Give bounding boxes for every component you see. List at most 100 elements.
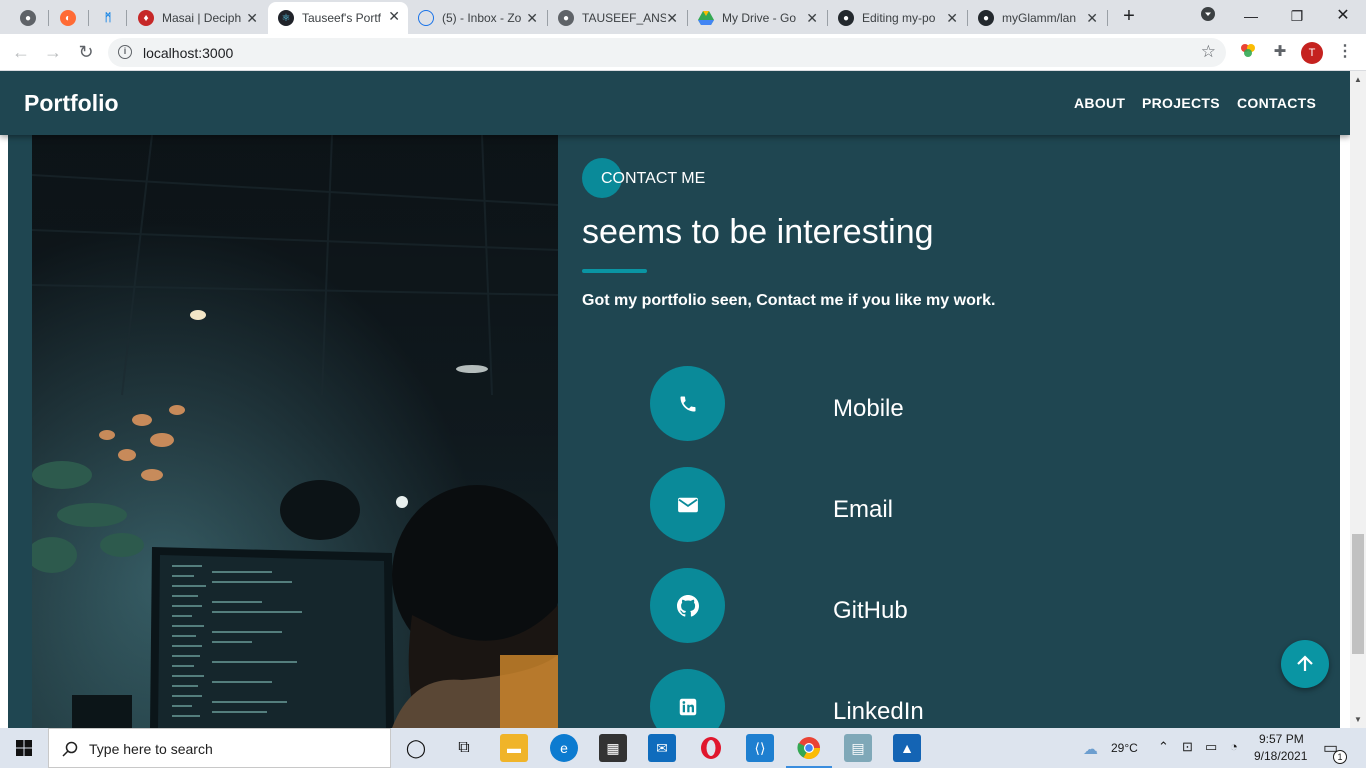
edge-icon[interactable]: e (550, 734, 578, 762)
developer-photo (32, 135, 558, 728)
globe-icon: ● (20, 10, 36, 26)
weather-icon[interactable]: ☁ (1083, 740, 1098, 758)
mail-icon (677, 497, 698, 512)
extension-color-icon[interactable] (1238, 42, 1258, 62)
taskbar-search-input[interactable]: Type here to search (48, 728, 391, 768)
maximize-button[interactable]: ❐ (1283, 4, 1311, 28)
tab-pinned-2[interactable]: ◐ (50, 4, 86, 32)
back-button[interactable]: ← (9, 40, 33, 64)
url-text: localhost:3000 (143, 45, 234, 61)
address-bar[interactable]: i localhost:3000 ☆ (108, 38, 1226, 67)
vscode-icon[interactable]: ⟨⟩ (746, 734, 774, 762)
profile-avatar[interactable]: T (1301, 42, 1323, 64)
github-icon: ● (978, 10, 994, 26)
minimize-button[interactable]: — (1237, 4, 1265, 28)
tab-title: Masai | Deciph (162, 11, 242, 25)
scroll-down-arrow-icon[interactable]: ▼ (1354, 715, 1362, 724)
section-headline: seems to be interesting (582, 213, 934, 251)
tab-separator (48, 10, 49, 26)
tab-pinned-3[interactable]: ᛗ (90, 4, 126, 32)
tab-title: myGlamm/lan (1002, 11, 1077, 25)
tab-separator (88, 10, 89, 26)
battery-icon[interactable]: ▭ (1205, 739, 1217, 755)
tab-tauseef[interactable]: ● TAUSEEF_ANS ✕ (548, 4, 686, 32)
info-icon[interactable]: i (118, 45, 132, 59)
opera-icon[interactable] (697, 734, 725, 762)
file-explorer-icon[interactable]: ▬ (500, 734, 528, 762)
scroll-up-arrow-icon[interactable]: ▲ (1354, 75, 1362, 84)
store-icon[interactable]: ▦ (599, 734, 627, 762)
google-drive-icon (698, 10, 714, 26)
close-icon[interactable]: ✕ (1086, 10, 1098, 27)
clock-date[interactable]: 9/18/2021 (1254, 749, 1307, 763)
section-subtext: Got my portfolio seen, Contact me if you… (582, 292, 996, 309)
arrow-up-icon (1297, 655, 1313, 671)
contact-mobile-button[interactable] (650, 366, 725, 441)
meet-now-icon[interactable]: ⊡ (1182, 739, 1193, 755)
mail-app-icon[interactable]: ✉ (648, 734, 676, 762)
cortana-icon[interactable]: ◯ (402, 734, 430, 762)
tab-inbox[interactable]: (5) - Inbox - Zo ✕ (408, 4, 546, 32)
tab-github-edit[interactable]: ● Editing my-po ✕ (828, 4, 966, 32)
contact-mobile-label[interactable]: Mobile (833, 395, 904, 423)
task-view-icon[interactable]: ⧉ (450, 734, 478, 762)
nav-projects[interactable]: PROJECTS (1142, 95, 1220, 111)
tab-pinned-1[interactable]: ● (10, 4, 46, 32)
clock-time[interactable]: 9:57 PM (1259, 732, 1304, 746)
notepad-icon[interactable]: ▤ (844, 734, 872, 762)
start-button[interactable] (0, 728, 48, 768)
tab-separator (1107, 10, 1108, 26)
github-icon: ● (838, 10, 854, 26)
contact-github-button[interactable] (650, 568, 725, 643)
tab-title: Tauseef's Portf (302, 11, 381, 25)
close-icon[interactable]: ✕ (806, 10, 818, 27)
contact-email-button[interactable] (650, 467, 725, 542)
menu-kebab-icon[interactable]: ⋮ (1335, 42, 1355, 62)
tab-drive[interactable]: My Drive - Go ✕ (688, 4, 826, 32)
wifi-icon[interactable]: ◔ (1230, 739, 1238, 754)
tab-separator (126, 10, 127, 26)
close-icon[interactable]: ✕ (388, 8, 400, 25)
nav-about[interactable]: ABOUT (1074, 95, 1125, 111)
weather-temperature[interactable]: 29°C (1111, 741, 1138, 755)
contact-section: CONTACT ME seems to be interesting Got m… (8, 135, 1340, 728)
scroll-to-top-button[interactable] (1281, 640, 1329, 688)
close-icon[interactable]: ✕ (526, 10, 538, 27)
extensions-puzzle-icon[interactable]: ✚ (1270, 42, 1290, 62)
scrollbar-thumb[interactable] (1352, 534, 1364, 654)
react-icon: ⚛ (278, 10, 294, 26)
tray-chevron-up-icon[interactable]: ⌃ (1158, 739, 1169, 755)
search-icon (62, 741, 78, 757)
masai-icon: ♦ (138, 10, 154, 26)
site-navbar: Portfolio ABOUT PROJECTS CONTACTS (0, 71, 1350, 135)
contact-linkedin-label[interactable]: LinkedIn (833, 698, 924, 726)
close-window-button[interactable]: ✕ (1329, 4, 1357, 28)
browser-toolbar: ← → ↻ i localhost:3000 ☆ ✚ T ⋮ (0, 34, 1366, 71)
forward-button[interactable]: → (41, 40, 65, 64)
site-brand[interactable]: Portfolio (24, 90, 119, 117)
contact-email-label[interactable]: Email (833, 496, 893, 524)
bookmark-star-icon[interactable]: ☆ (1201, 42, 1216, 62)
contact-github-label[interactable]: GitHub (833, 597, 908, 625)
windows-taskbar: Type here to search ◯ ⧉ ▬ e ▦ ✉ ⟨⟩ ▤ ▲ ☁… (0, 728, 1366, 768)
headline-underline (582, 269, 647, 273)
close-icon[interactable]: ✕ (666, 10, 678, 27)
chevron-down-icon (1201, 7, 1215, 21)
tab-title: TAUSEEF_ANS (582, 11, 666, 25)
new-tab-button[interactable]: + (1115, 4, 1143, 28)
tab-masai[interactable]: ♦ Masai | Deciph ✕ (128, 4, 266, 32)
chrome-icon[interactable] (795, 734, 823, 762)
phone-icon (680, 396, 695, 411)
windows-logo-icon (16, 740, 32, 756)
tab-portfolio[interactable]: ⚛ Tauseef's Portf ✕ (268, 2, 408, 34)
nav-contacts[interactable]: CONTACTS (1237, 95, 1316, 111)
tab-search-button[interactable] (1194, 4, 1222, 28)
close-icon[interactable]: ✕ (246, 10, 258, 27)
reload-button[interactable]: ↻ (74, 40, 98, 64)
page-scrollbar[interactable]: ▲ ▼ (1350, 71, 1366, 728)
contact-linkedin-button[interactable] (650, 669, 725, 728)
photos-icon[interactable]: ▲ (893, 734, 921, 762)
tab-myglamm[interactable]: ● myGlamm/lan ✕ (968, 4, 1106, 32)
close-icon[interactable]: ✕ (946, 10, 958, 27)
linkedin-icon (679, 698, 696, 715)
